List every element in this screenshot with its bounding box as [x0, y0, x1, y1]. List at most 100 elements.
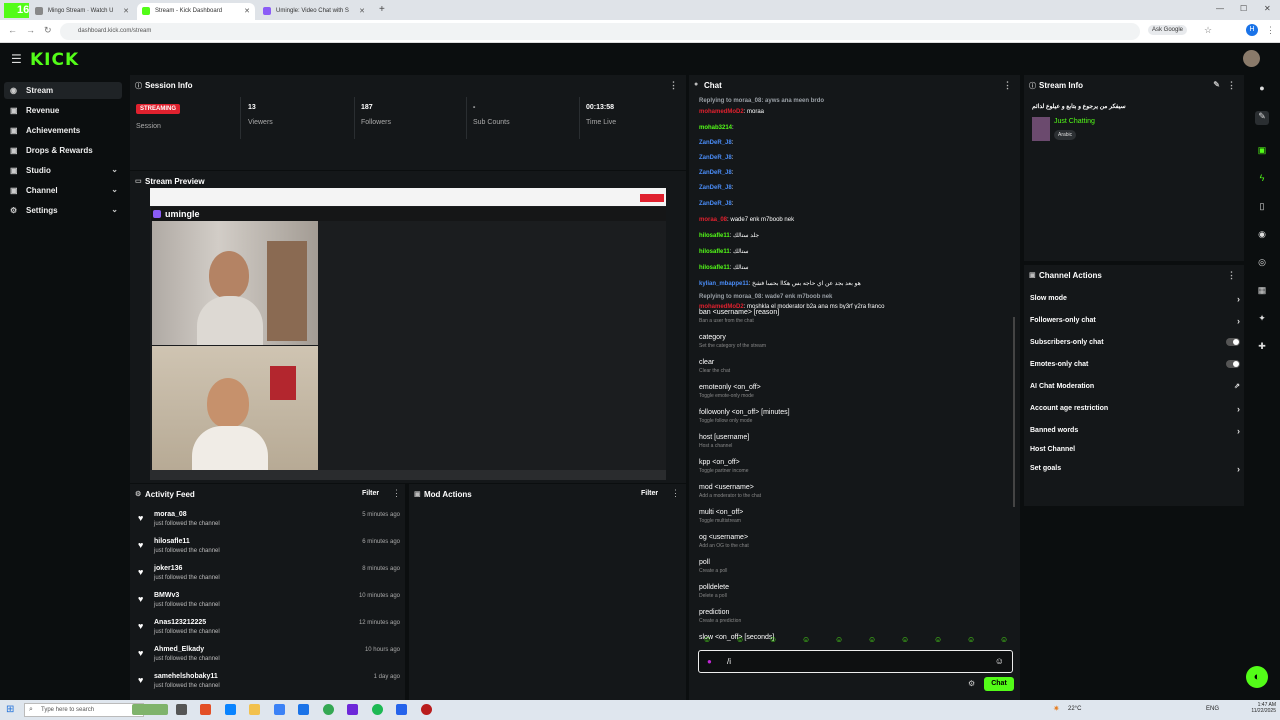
sidebar-item-achievements[interactable]: ▣ Achievements [4, 122, 122, 139]
emote-icon[interactable]: ☺ [934, 635, 942, 644]
hamburger-icon[interactable]: ☰ [11, 52, 22, 66]
emote-icon[interactable]: ☺ [703, 635, 711, 644]
brave-icon[interactable] [200, 704, 211, 715]
new-tab-icon[interactable]: + [379, 4, 385, 15]
sidebar-item-drops[interactable]: ▣ Drops & Rewards [4, 142, 122, 159]
star-icon[interactable]: ☆ [1204, 25, 1212, 36]
emote-icon[interactable]: ☺ [802, 635, 810, 644]
command-suggestion-item[interactable]: prediction Create a prediction [699, 609, 1019, 624]
more-options-icon[interactable]: ⋮ [392, 488, 401, 499]
emote-icon[interactable]: ☺ [967, 635, 975, 644]
command-suggestion-item[interactable]: emoteonly <on_off> Toggle emote-only mode [699, 384, 1019, 399]
obs-icon[interactable] [347, 704, 358, 715]
chat-username[interactable]: Replying to moraa_08: wade7 enk m7boob n… [699, 294, 832, 300]
follower-name[interactable]: hilosafle11 [154, 538, 190, 545]
channel-action-host-channel[interactable]: Host Channel [1030, 446, 1240, 453]
tab-mingo[interactable]: Mingo Stream · Watch U ✕ [30, 3, 134, 20]
menu-dots-icon[interactable]: ⋮ [1266, 25, 1275, 36]
channel-action-followers-only[interactable]: Followers-only chat › [1030, 316, 1240, 326]
stream-preview-video[interactable]: umingle [150, 188, 666, 480]
edge-icon[interactable] [225, 704, 236, 715]
chat-username[interactable]: Replying to moraa_08: ayws ana meen brdo [699, 98, 824, 104]
back-icon[interactable]: ← [8, 25, 17, 35]
filter-button[interactable]: Filter [362, 490, 379, 497]
chat-username[interactable]: kylian_mbappe11 [699, 281, 749, 287]
channel-action-set-goals[interactable]: Set goals › [1030, 464, 1240, 474]
emote-icon[interactable]: ☺ [769, 635, 777, 644]
chat-username[interactable]: ZanDeR_J8 [699, 201, 732, 207]
sidebar-item-revenue[interactable]: ▣ Revenue [4, 102, 122, 119]
command-suggestion-item[interactable]: followonly <on_off> [minutes] Toggle foll… [699, 409, 1019, 424]
emote-icon[interactable]: ☺ [868, 635, 876, 644]
mic-icon[interactable]: ● [707, 657, 712, 666]
emoji-picker-icon[interactable]: ☺ [995, 656, 1004, 666]
send-chat-button[interactable]: Chat [984, 677, 1014, 691]
follower-name[interactable]: BMWv3 [154, 592, 179, 599]
forward-icon[interactable]: → [26, 25, 35, 35]
reload-icon[interactable]: ↻ [44, 25, 52, 36]
emotes-only-toggle[interactable] [1226, 360, 1240, 368]
chat-username[interactable]: hilosafle11 [699, 265, 730, 271]
channel-action-subscribers-only[interactable]: Subscribers-only chat [1030, 338, 1240, 346]
task-view-icon[interactable] [176, 704, 187, 715]
channel-action-banned-words[interactable]: Banned words › [1030, 426, 1240, 436]
sidebar-item-stream[interactable]: ◉ Stream [4, 82, 122, 99]
command-suggestion-item[interactable]: category Set the category of the stream [699, 334, 1019, 349]
more-options-icon[interactable]: ⋮ [1003, 80, 1012, 91]
pen-icon[interactable]: ✎ [1255, 111, 1269, 125]
support-chat-icon[interactable]: ◐ [1246, 666, 1268, 688]
channel-action-ai-moderation[interactable]: AI Chat Moderation ⇗ [1030, 383, 1240, 390]
follower-name[interactable]: moraa_08 [154, 511, 187, 518]
follower-name[interactable]: samehelshobaky11 [154, 673, 218, 680]
chat-username[interactable]: mohab3214 [699, 125, 732, 131]
url-input[interactable]: dashboard.kick.com/stream [60, 23, 1140, 40]
follower-name[interactable]: joker136 [154, 565, 182, 572]
chat-username[interactable]: ZanDeR_J8 [699, 140, 732, 146]
chat-username[interactable]: moraa_08 [699, 217, 727, 223]
wrench-icon[interactable]: ✦ [1255, 313, 1269, 327]
lightning-icon[interactable]: ϟ [1255, 173, 1269, 187]
follower-name[interactable]: Ahmed_Elkady [154, 646, 204, 653]
command-suggestion-item[interactable]: ban <username> [reason] Ban a user from t… [699, 309, 1019, 324]
clock[interactable]: 1:47 AM 11/22/2025 [1228, 702, 1276, 714]
command-suggestion-item[interactable]: host [username] Host a channel [699, 434, 1019, 449]
command-suggestion-item[interactable]: poll Create a poll [699, 559, 1019, 574]
chat-bubble-icon[interactable]: ◉ [1255, 229, 1269, 243]
taskbar-widget-icon[interactable] [132, 704, 168, 715]
chrome-icon[interactable] [298, 704, 309, 715]
channel-action-slow-mode[interactable]: Slow mode › [1030, 294, 1240, 304]
info-icon[interactable]: ● [1255, 83, 1269, 97]
spotify-icon[interactable] [372, 704, 383, 715]
document-icon[interactable]: ▯ [1255, 201, 1269, 215]
profile-icon[interactable]: H [1246, 24, 1258, 36]
chat-username[interactable]: mohamedMoD2 [699, 109, 744, 115]
chat-input[interactable]: ● /i ☺ [698, 650, 1013, 673]
avatar[interactable] [1243, 50, 1260, 67]
language-indicator[interactable]: ENG [1206, 706, 1219, 712]
emote-icon[interactable]: ☺ [835, 635, 843, 644]
close-icon[interactable]: ✕ [244, 7, 250, 15]
ask-google-button[interactable]: Ask Google [1148, 25, 1188, 35]
chat-username[interactable]: ZanDeR_J8 [699, 155, 732, 161]
channel-action-emotes-only[interactable]: Emotes-only chat [1030, 360, 1240, 368]
close-icon[interactable]: ✕ [359, 7, 365, 15]
folder-icon[interactable] [249, 704, 260, 715]
app-icon-2[interactable] [421, 704, 432, 715]
follower-name[interactable]: Anas123212225 [154, 619, 206, 626]
command-suggestion-item[interactable]: multi <on_off> Toggle multistream [699, 509, 1019, 524]
chat-username[interactable]: hilosafle11 [699, 249, 730, 255]
channel-action-account-age[interactable]: Account age restriction › [1030, 404, 1240, 414]
chat-username[interactable]: ZanDeR_J8 [699, 185, 732, 191]
chrome-active-icon[interactable] [323, 704, 334, 715]
calendar-icon[interactable]: ▦ [1255, 285, 1269, 299]
more-options-icon[interactable]: ⋮ [671, 488, 680, 499]
emote-icon[interactable]: ☺ [736, 635, 744, 644]
broadcast-icon[interactable]: ◎ [1255, 257, 1269, 271]
edit-icon[interactable]: ✎ [1213, 80, 1220, 89]
more-options-icon[interactable]: ⋮ [1227, 270, 1236, 281]
app-icon[interactable] [396, 704, 407, 715]
sidebar-item-settings[interactable]: ⚙ Settings ⌄ [4, 202, 122, 219]
command-suggestion-item[interactable]: polldelete Delete a poll [699, 584, 1019, 599]
taskbar-search-input[interactable]: ⌕ Type here to search [24, 703, 144, 717]
minimize-icon[interactable]: — [1216, 4, 1224, 13]
